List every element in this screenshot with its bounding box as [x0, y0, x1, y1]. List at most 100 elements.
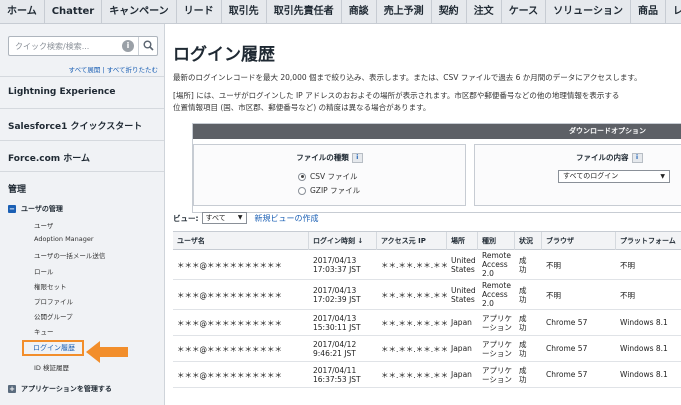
collapse-all-link[interactable]: すべて折りたたむ [107, 66, 158, 74]
col-header-browser[interactable]: ブラウザ [542, 232, 616, 250]
tree-item-users[interactable]: ユーザ [34, 220, 53, 230]
tab-solutions[interactable]: ソリューション [546, 0, 631, 23]
sidebar-item-lightning[interactable]: Lightning Experience [0, 76, 164, 108]
tab-leads[interactable]: リード [177, 0, 222, 23]
search-button[interactable] [138, 37, 157, 55]
sidebar-item-label: Salesforce1 クイックスタート [8, 122, 143, 132]
tab-contacts[interactable]: 取引先責任者 [267, 0, 342, 23]
cell-location-line1: Japan [451, 370, 472, 379]
view-label: ビュー: [173, 213, 199, 223]
view-select[interactable]: すべて ▼ [201, 212, 247, 224]
radio-button-selected[interactable] [298, 172, 306, 181]
cell-status-line1: 成 [519, 286, 527, 295]
col-header-status[interactable]: 状況 [515, 232, 542, 250]
tree-item-queues[interactable]: キュー [34, 326, 54, 336]
info-icon[interactable]: i [122, 40, 134, 52]
tab-opportunities[interactable]: 商談 [342, 0, 377, 23]
tree-node-user-admin[interactable]: − ユーザの管理 [8, 204, 63, 214]
info-icon[interactable]: i [351, 153, 363, 163]
cell-location: Japan [447, 370, 478, 379]
radio-button[interactable] [298, 186, 306, 195]
tab-chatter[interactable]: Chatter [45, 0, 103, 23]
tab-cases[interactable]: ケース [502, 0, 547, 23]
table-row[interactable]: ＊＊＊@＊＊＊＊＊＊＊＊＊＊ 2017/04/13 15:30:11 JST ＊＊.＊… [173, 310, 681, 336]
cell-type-line3: 2.0 [482, 269, 494, 278]
table-row[interactable]: ＊＊＊@＊＊＊＊＊＊＊＊＊＊ 2017/04/13 17:02:39 JST ＊＊.＊… [173, 280, 681, 310]
cell-type: Remote Access 2.0 [478, 281, 515, 308]
sidebar-item-forcecom-home[interactable]: Force.com ホーム [0, 140, 164, 172]
view-selected: すべて [205, 214, 226, 222]
cell-location: Japan [447, 344, 478, 353]
tab-forecasts[interactable]: 売上予測 [377, 0, 432, 23]
tree-item-identity-verification[interactable]: ID 検証履歴 [34, 362, 69, 372]
expand-collapse-links: すべて展開 | すべて折りたたむ [8, 64, 158, 74]
cell-login-clock: 17:03:37 JST [313, 265, 361, 274]
pointer-arrow-icon [86, 341, 128, 363]
tab-contracts[interactable]: 契約 [432, 0, 467, 23]
top-navigation: ホーム Chatter キャンペーン リード 取引先 取引先責任者 商談 売上予… [0, 0, 681, 24]
quick-search-input[interactable] [9, 37, 121, 55]
cell-location-line2: States [451, 295, 475, 304]
cell-location-line1: Japan [451, 344, 472, 353]
cell-username: ＊＊＊@＊＊＊＊＊＊＊＊＊＊ [177, 371, 282, 380]
links-separator: | [102, 66, 105, 74]
cell-login-date: 2017/04/11 [313, 366, 357, 375]
cell-browser: Chrome 57 [546, 318, 588, 327]
file-content-title: ファイルの内容 i [475, 152, 681, 163]
tree-item-public-groups[interactable]: 公開グループ [34, 311, 73, 321]
cell-login-time: 2017/04/13 15:30:11 JST [309, 314, 377, 332]
radio-gzip[interactable]: GZIP ファイル [298, 185, 360, 196]
sidebar-item-salesforce1[interactable]: Salesforce1 クイックスタート [0, 108, 164, 140]
tree-item-adoption-manager[interactable]: Adoption Manager [34, 235, 94, 243]
tab-home[interactable]: ホーム [0, 0, 45, 23]
cell-login-date: 2017/04/12 [313, 340, 357, 349]
radio-csv-label: CSV ファイル [310, 172, 358, 181]
table-row[interactable]: ＊＊＊@＊＊＊＊＊＊＊＊＊＊ 2017/04/13 17:03:37 JST ＊＊.＊… [173, 250, 681, 280]
table-row[interactable]: ＊＊＊@＊＊＊＊＊＊＊＊＊＊ 2017/04/12 9:46:21 JST ＊＊.＊＊… [173, 336, 681, 362]
cell-username: ＊＊＊@＊＊＊＊＊＊＊＊＊＊ [177, 261, 282, 270]
tree-item-roles[interactable]: ロール [34, 266, 54, 276]
cell-status: 成功 [515, 366, 542, 384]
tree-node-app-manage[interactable]: + アプリケーションを管理する [8, 384, 112, 394]
file-type-title-text: ファイルの種類 [296, 153, 349, 162]
col-header-login-time[interactable]: ログイン時刻 ↓ [309, 232, 377, 250]
file-content-select[interactable]: すべてのログイン ▼ [558, 170, 670, 183]
cell-type: Remote Access 2.0 [478, 251, 515, 278]
col-header-username[interactable]: ユーザ名 [173, 232, 309, 250]
tab-products[interactable]: 商品 [631, 0, 666, 23]
cell-location: United States [447, 286, 478, 304]
col-header-source-ip[interactable]: アクセス元 IP [377, 232, 447, 250]
cell-location: United States [447, 256, 478, 274]
tree-item-permission-sets[interactable]: 権限セット [34, 281, 67, 291]
table-row[interactable]: ＊＊＊@＊＊＊＊＊＊＊＊＊＊ 2017/04/11 16:37:53 JST ＊＊.＊… [173, 362, 681, 388]
tree-item-profiles[interactable]: プロファイル [34, 296, 73, 306]
tab-orders[interactable]: 注文 [467, 0, 502, 23]
col-header-location[interactable]: 場所 [447, 232, 478, 250]
collapse-icon[interactable]: − [8, 205, 16, 213]
cell-type-line1: アプリケ [482, 366, 512, 375]
col-header-platform[interactable]: プラットフォーム [616, 232, 681, 250]
tree-item-login-history[interactable]: ログイン履歴 [22, 340, 84, 356]
info-icon[interactable]: i [631, 153, 643, 163]
cell-username: ＊＊＊@＊＊＊＊＊＊＊＊＊＊ [177, 291, 282, 300]
col-header-type[interactable]: 種別 [478, 232, 515, 250]
cell-type-line2: ーション [482, 375, 512, 384]
tab-campaigns[interactable]: キャンペーン [102, 0, 177, 23]
cell-type-line1: アプリケ [482, 314, 512, 323]
create-new-view-link[interactable]: 新規ビューの作成 [255, 213, 319, 224]
cell-login-time: 2017/04/13 17:02:39 JST [309, 286, 377, 304]
expand-all-link[interactable]: すべて展開 [69, 66, 101, 74]
table-header-row: ユーザ名 ログイン時刻 ↓ アクセス元 IP 場所 種別 状況 ブラウザ プラッ… [173, 232, 681, 250]
cell-login-time: 2017/04/12 9:46:21 JST [309, 340, 377, 358]
tab-accounts[interactable]: 取引先 [222, 0, 267, 23]
cell-status-line2: 功 [519, 295, 527, 304]
radio-csv[interactable]: CSV ファイル [298, 171, 358, 182]
file-type-title: ファイルの種類 i [194, 152, 465, 163]
tab-reports[interactable]: レポー [666, 0, 681, 23]
expand-icon[interactable]: + [8, 385, 16, 393]
page-title: ログイン履歴 [173, 45, 275, 65]
search-icon [143, 40, 154, 51]
file-content-selected: すべてのログイン [563, 172, 619, 180]
cell-source-ip: ＊＊.＊＊.＊＊.＊＊ [381, 261, 447, 270]
tree-item-mass-email[interactable]: ユーザの一括メール送信 [34, 250, 105, 260]
